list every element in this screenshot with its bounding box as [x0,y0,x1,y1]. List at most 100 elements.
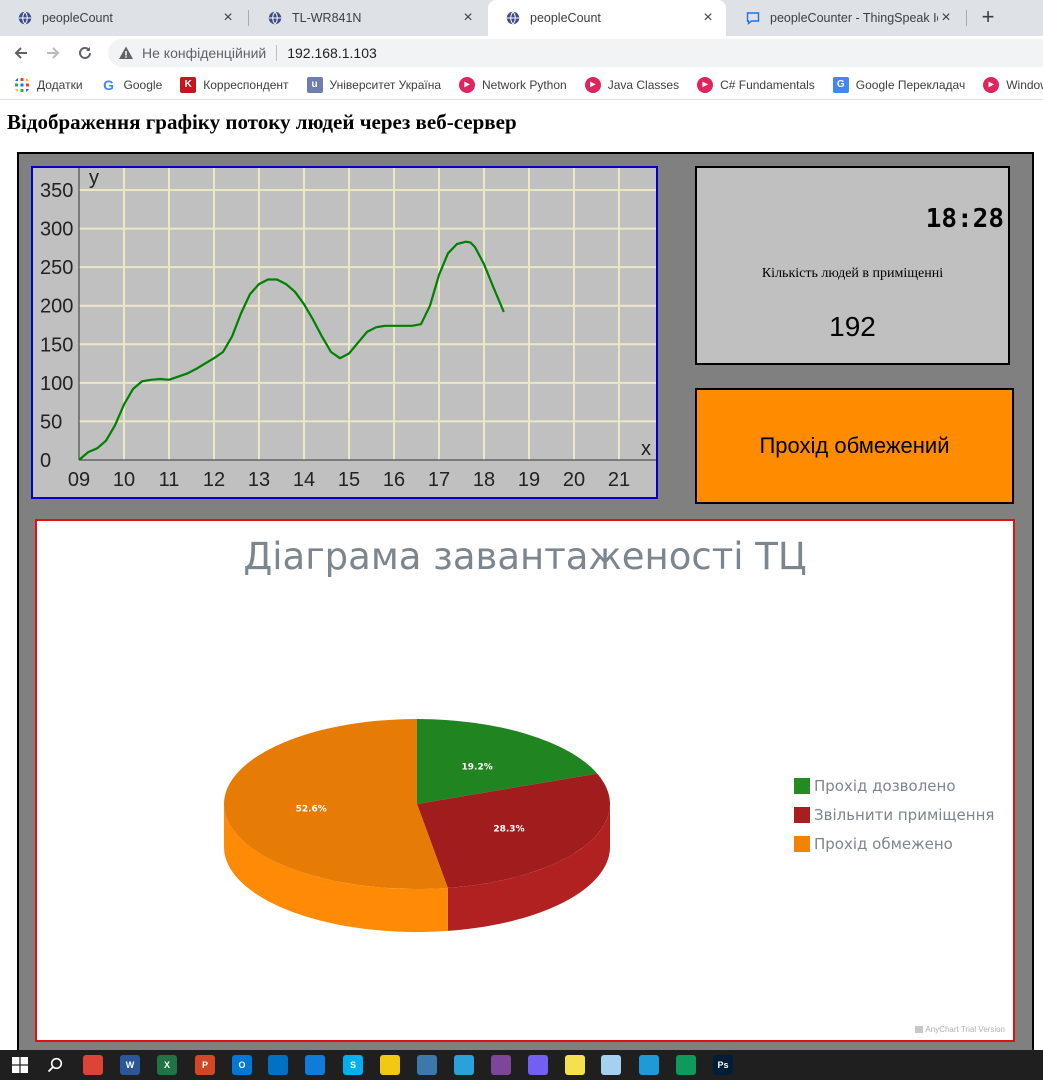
chrome-icon[interactable] [83,1055,103,1075]
close-tab-icon[interactable]: × [460,9,476,27]
series-line [78,240,505,461]
anychart-credit[interactable]: AnyChart Trial Version [915,1025,1005,1034]
x-tick-label: 11 [159,469,180,491]
excel-icon[interactable]: X [157,1055,177,1075]
bookmark-label: Університет Україна [329,77,441,92]
omnibox-divider [276,45,278,61]
photoshop-icon[interactable]: Ps [713,1055,733,1075]
google-icon: G [103,76,114,93]
pie-slice-label: 28.3% [493,824,524,834]
y-tick-label: 350 [40,180,73,202]
bookmark-translate[interactable]: G Google Перекладач [832,76,966,93]
x-tick-label: 16 [383,469,405,491]
bookmark-korrespondent[interactable]: K Корреспондент [180,76,289,93]
new-tab-button[interactable]: + [975,4,1001,30]
x-tick-label: 09 [68,469,90,491]
bookmarks-bar: Додатки G Google K Корреспондент u Уніве… [0,70,1043,100]
x-tick-label: 13 [248,469,270,491]
tab-label: peopleCounter - ThingSpeak IoT [770,11,938,25]
y-tick-label: 150 [40,334,73,356]
legend-item-allowed[interactable]: Прохід дозволено [794,771,994,800]
pie-slice-label: 19.2% [462,762,493,772]
y-tick-label: 300 [40,219,73,241]
y-tick-label: 0 [40,450,51,472]
powerpoint-icon[interactable]: P [195,1055,215,1075]
play-icon: ▸ [459,76,475,93]
tab-people-count-active[interactable]: peopleCount × [488,0,726,36]
x-tick-label: 20 [563,469,585,491]
reload-icon [79,46,91,59]
bookmark-label: C# Fundamentals [720,77,815,92]
message-icon [746,12,760,25]
x-tick-label: 19 [518,469,540,491]
reload-button[interactable] [72,40,98,66]
globe-icon [18,11,32,25]
forward-arrow-icon [47,47,60,59]
outlook-icon[interactable]: O [232,1055,252,1075]
anychart-logo-icon [915,1026,924,1033]
globe-icon [268,11,282,25]
tab-strip: peopleCount × TL-WR841N × peopleCount × … [0,0,1043,36]
bookmark-label: Google [123,77,163,92]
x-tick-label: 18 [473,469,495,491]
mail-icon[interactable] [268,1055,288,1075]
x-tick-label: 14 [293,469,315,491]
tab-router[interactable]: TL-WR841N × [250,0,486,36]
tor-browser-icon[interactable] [491,1055,511,1075]
tab-thingspeak[interactable]: peopleCounter - ThingSpeak IoT × [728,0,964,36]
skype-icon[interactable]: S [343,1055,363,1075]
clock-panel: 18:28 Кількість людей в приміщенні 192 [695,166,1010,365]
x-tick-label: 17 [428,469,450,491]
windows-taskbar: W X P O S Ps [0,1050,1043,1080]
visual-studio-icon[interactable] [639,1055,659,1075]
bookmark-apps[interactable]: Додатки [14,77,83,93]
close-tab-icon[interactable]: × [700,9,716,27]
back-button[interactable] [8,40,34,66]
terminal-icon[interactable] [676,1055,696,1075]
legend-item-restricted[interactable]: Прохід обмежено [794,829,994,858]
edge-icon[interactable] [305,1055,325,1075]
legend-swatch [794,777,810,794]
y-tick-label: 100 [40,373,73,395]
play-icon: ▸ [697,76,714,93]
tab-people-count-1[interactable]: peopleCount × [0,0,246,36]
bookmark-windows[interactable]: ▸ Windows [983,76,1043,93]
bookmark-google[interactable]: G Google [101,76,163,93]
url-text[interactable]: 192.168.1.103 [287,45,377,61]
viber-icon[interactable] [528,1055,548,1075]
file-explorer-icon[interactable] [380,1055,400,1075]
python-icon[interactable] [417,1055,437,1075]
bookmark-network-python[interactable]: ▸ Network Python [459,76,567,93]
page-title: Відображення графіку потоку людей через … [7,110,517,134]
credit-text: AnyChart Trial Version [925,1025,1005,1034]
telegram-icon[interactable] [454,1055,474,1075]
close-tab-icon[interactable]: × [220,9,236,27]
y-axis-label: y [89,168,99,189]
x-tick-label: 10 [113,469,135,491]
play-icon: ▸ [584,76,601,93]
search-icon[interactable] [45,1055,65,1075]
legend-label: Прохід обмежено [814,834,953,853]
bookmark-university[interactable]: u Університет Україна [306,76,441,93]
notes-icon[interactable] [565,1055,585,1075]
warning-icon [119,46,133,59]
play-icon: ▸ [983,76,1000,93]
bookmark-label: Google Перекладач [855,77,966,92]
notepad-icon[interactable] [601,1055,621,1075]
close-tab-icon[interactable]: × [938,9,954,27]
x-tick-label: 21 [608,469,630,491]
legend-item-vacate[interactable]: Звільнити приміщення [794,800,994,829]
legend-swatch [794,806,810,823]
security-label[interactable]: Не конфіденційний [142,45,266,61]
bookmark-label: Windows [1006,77,1043,92]
line-chart: 0 50 100 150 200 250 300 350 09 10 11 12 13 14 15 16 17 1… [40,167,670,491]
bookmark-java-classes[interactable]: ▸ Java Classes [584,76,679,93]
bookmark-csharp[interactable]: ▸ C# Fundamentals [697,76,815,93]
university-icon: u [306,76,323,93]
tab-label: peopleCount [530,11,601,25]
x-axis-label: x [641,438,651,460]
forward-button[interactable] [40,40,66,66]
word-icon[interactable]: W [120,1055,140,1075]
windows-start-icon[interactable] [10,1055,30,1075]
address-bar[interactable]: Не конфіденційний 192.168.1.103 [108,39,1043,67]
